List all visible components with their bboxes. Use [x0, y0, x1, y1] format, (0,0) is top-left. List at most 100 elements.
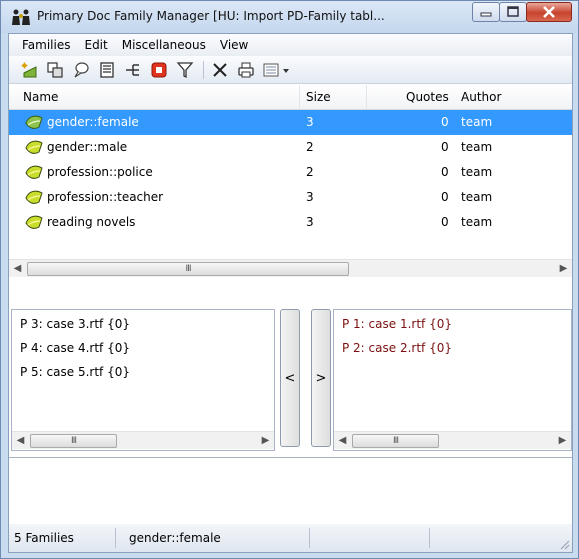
menu-miscellaneous[interactable]: Miscellaneous [115, 38, 213, 52]
family-size: 3 [306, 190, 314, 204]
family-row[interactable]: gender::male 2 0 team [9, 135, 572, 160]
window-controls [472, 2, 572, 22]
status-divider [309, 528, 310, 548]
column-divider[interactable] [299, 85, 300, 109]
column-header-size[interactable]: Size [306, 90, 331, 104]
filter-button[interactable] [175, 60, 195, 80]
family-quotes: 0 [441, 165, 449, 179]
toolbar [9, 56, 572, 84]
column-header-author[interactable]: Author [461, 90, 501, 104]
menu-families[interactable]: Families [15, 38, 77, 52]
document-list-item[interactable]: P 4: case 4.rtf {0} [20, 341, 130, 355]
menu-view[interactable]: View [213, 38, 255, 52]
scroll-right-icon[interactable]: ▶ [257, 432, 274, 449]
new-family-icon [21, 62, 37, 77]
print-button[interactable] [236, 60, 256, 80]
remove-from-family-button[interactable]: > [311, 309, 331, 447]
maximize-icon [507, 6, 519, 17]
family-app-icon [12, 9, 30, 25]
family-author: team [461, 140, 493, 154]
tree-icon [126, 63, 139, 76]
family-size: 2 [306, 165, 314, 179]
family-row[interactable]: gender::female 3 0 team [9, 110, 572, 135]
family-name: gender::female [47, 115, 139, 129]
delete-button[interactable] [210, 60, 230, 80]
family-author: team [461, 165, 493, 179]
view-options-icon [263, 63, 289, 76]
status-divider [429, 528, 430, 548]
status-bar: 5 Families gender::female [9, 524, 572, 552]
family-author: team [461, 115, 493, 129]
comment-button[interactable] [71, 60, 91, 80]
scroll-left-icon[interactable]: ◀ [12, 432, 29, 449]
scrollbar-thumb[interactable]: III [30, 434, 117, 448]
scrollbar-thumb[interactable]: III [352, 434, 439, 448]
family-row[interactable]: profession::police 2 0 team [9, 160, 572, 185]
comment-icon [74, 61, 89, 77]
family-icon [25, 165, 43, 179]
filter-icon [176, 61, 194, 78]
members-horizontal-scrollbar[interactable]: ◀ III ▶ [334, 431, 571, 449]
scrollbar-thumb[interactable]: III [27, 262, 349, 276]
member-document-item[interactable]: P 1: case 1.rtf {0} [342, 317, 452, 331]
column-header-quotes[interactable]: Quotes [406, 90, 449, 104]
family-author: team [461, 190, 493, 204]
family-quotes: 0 [441, 190, 449, 204]
document-list-item[interactable]: P 5: case 5.rtf {0} [20, 365, 130, 379]
column-header-name[interactable]: Name [23, 90, 58, 104]
title-bar[interactable]: Primary Doc Family Manager [HU: Import P… [1, 1, 578, 33]
minimize-button[interactable] [472, 2, 500, 22]
family-row[interactable]: profession::teacher 3 0 team [9, 185, 572, 210]
families-list-header: Name Size Quotes Author [9, 85, 572, 110]
new-family-button[interactable] [19, 60, 39, 80]
status-family-count: 5 Families [14, 531, 74, 545]
tree-button[interactable] [123, 60, 143, 80]
resize-grip-icon[interactable] [558, 538, 570, 550]
member-documents-pane: P 1: case 1.rtf {0} P 2: case 2.rtf {0} … [333, 309, 572, 451]
window-title: Primary Doc Family Manager [HU: Import P… [37, 9, 385, 23]
print-icon [238, 62, 254, 77]
add-to-family-button[interactable]: < [280, 309, 300, 447]
document-button[interactable] [97, 60, 117, 80]
comment-pane[interactable] [9, 457, 572, 525]
stop-icon [151, 62, 167, 77]
document-list-item[interactable]: P 3: case 3.rtf {0} [20, 317, 130, 331]
scroll-left-icon[interactable]: ◀ [9, 260, 26, 277]
family-manager-window: Primary Doc Family Manager [HU: Import P… [0, 0, 579, 559]
family-name: profession::teacher [47, 190, 164, 204]
family-icon [25, 140, 43, 154]
family-name: gender::male [47, 140, 128, 154]
families-list: Name Size Quotes Author gender::female 3… [9, 85, 572, 297]
family-icon [25, 215, 43, 229]
minimize-icon [480, 12, 492, 17]
scroll-right-icon[interactable]: ▶ [555, 260, 572, 277]
scroll-left-icon[interactable]: ◀ [334, 432, 351, 449]
family-quotes: 0 [441, 215, 449, 229]
close-button[interactable] [526, 2, 572, 22]
maximize-button[interactable] [499, 2, 527, 22]
member-document-item[interactable]: P 2: case 2.rtf {0} [342, 341, 452, 355]
family-size: 3 [306, 215, 314, 229]
family-author: team [461, 215, 493, 229]
menu-edit[interactable]: Edit [77, 38, 114, 52]
family-row[interactable]: reading novels 3 0 team [9, 210, 572, 235]
view-options-button[interactable] [262, 60, 292, 80]
document-icon [100, 61, 114, 78]
column-divider[interactable] [366, 85, 367, 109]
family-quotes: 0 [441, 140, 449, 154]
families-horizontal-scrollbar[interactable]: ◀ III ▶ [9, 259, 572, 277]
family-name: profession::police [47, 165, 153, 179]
stop-button[interactable] [149, 60, 169, 80]
toolbar-separator [203, 60, 204, 79]
family-quotes: 0 [441, 115, 449, 129]
close-icon [543, 6, 555, 18]
copy-button[interactable] [45, 60, 65, 80]
menu-bar: Families Edit Miscellaneous View [9, 34, 572, 56]
status-current-family: gender::female [129, 531, 221, 545]
scroll-right-icon[interactable]: ▶ [554, 432, 571, 449]
status-divider [115, 528, 116, 548]
non-members-horizontal-scrollbar[interactable]: ◀ III ▶ [12, 431, 274, 449]
family-name: reading novels [47, 215, 136, 229]
client-area: Families Edit Miscellaneous View Name Si… [8, 33, 573, 553]
copy-icon [47, 61, 63, 78]
